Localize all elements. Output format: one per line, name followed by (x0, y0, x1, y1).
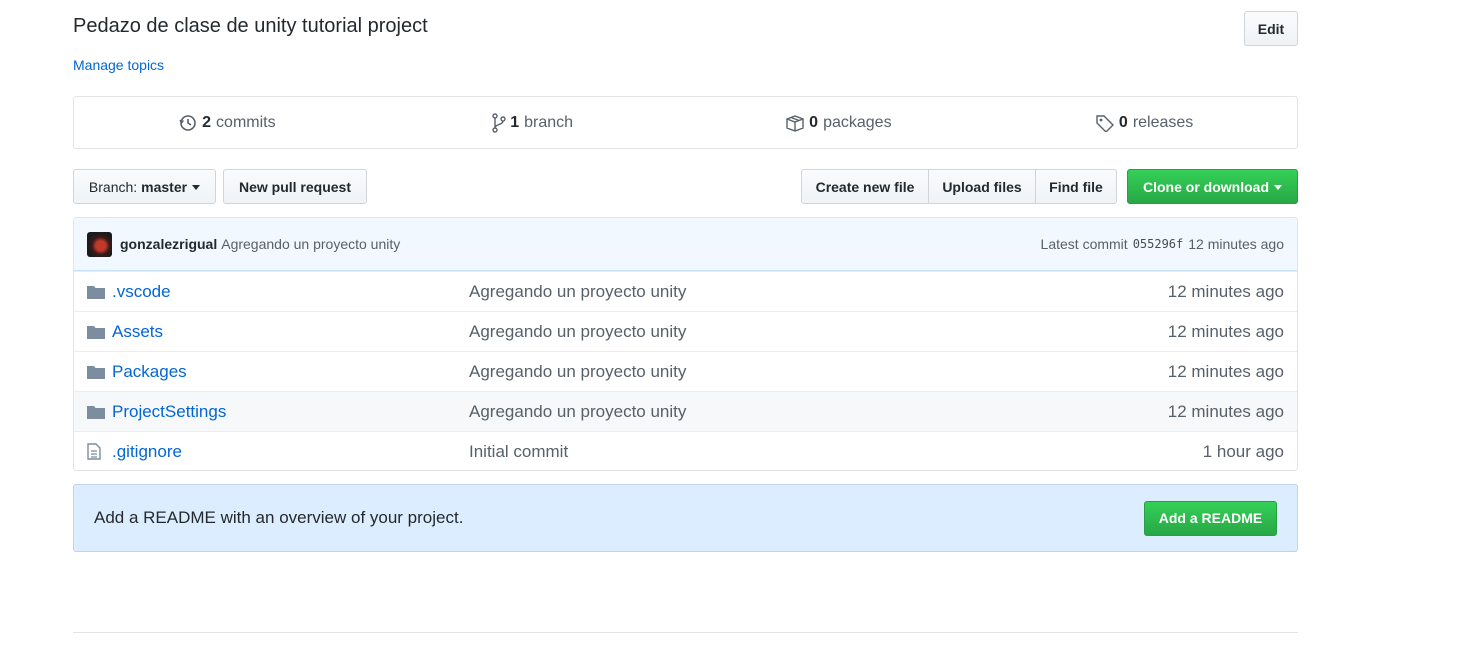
caret-down-icon (192, 184, 201, 190)
packages-label: packages (823, 113, 892, 131)
create-new-file-button[interactable]: Create new file (801, 169, 929, 204)
latest-commit-info: Latest commit 055296f 12 minutes ago (1041, 236, 1284, 252)
commit-author[interactable]: gonzalezrigual (120, 236, 217, 252)
find-file-button[interactable]: Find file (1035, 169, 1117, 204)
file-name-link[interactable]: .vscode (112, 282, 469, 302)
file-age: 12 minutes ago (1167, 401, 1284, 421)
manage-topics-link[interactable]: Manage topics (73, 57, 164, 73)
readme-prompt-banner: Add a README with an overview of your pr… (73, 484, 1298, 552)
file-age: 1 hour ago (1202, 441, 1284, 461)
file-browser: gonzalezrigual Agregando un proyecto uni… (73, 217, 1298, 471)
branch-prefix: Branch: (88, 178, 138, 195)
package-icon (786, 114, 804, 132)
add-readme-button[interactable]: Add a README (1144, 500, 1277, 536)
clone-label: Clone or download (1143, 178, 1269, 195)
file-text-icon (87, 443, 105, 460)
folder-icon (87, 404, 105, 420)
commit-sha[interactable]: 055296f (1133, 237, 1184, 251)
packages-summary[interactable]: 0 packages (686, 97, 992, 148)
repo-description: Pedazo de clase de unity tutorial projec… (73, 15, 428, 37)
branch-name: master (141, 178, 188, 195)
folder-icon (87, 364, 105, 380)
file-commit-message[interactable]: Agregando un proyecto unity (469, 402, 686, 422)
folder-icon (87, 324, 105, 340)
file-row: .gitignore Initial commit 1 hour ago (74, 431, 1297, 470)
latest-commit-label: Latest commit (1040, 236, 1128, 252)
file-age: 12 minutes ago (1167, 321, 1284, 341)
tag-icon (1096, 114, 1114, 132)
file-commit-message[interactable]: Agregando un proyecto unity (469, 282, 686, 302)
history-icon (179, 114, 196, 131)
commits-summary[interactable]: 2 commits (74, 97, 380, 148)
latest-commit-bar: gonzalezrigual Agregando un proyecto uni… (74, 218, 1297, 271)
branches-summary[interactable]: 1 branch (380, 97, 686, 148)
commit-message[interactable]: Agregando un proyecto unity (221, 236, 400, 252)
packages-count: 0 (809, 113, 819, 131)
edit-description-button[interactable]: Edit (1244, 11, 1298, 46)
clone-or-download-button[interactable]: Clone or download (1127, 169, 1298, 204)
caret-down-icon (1274, 184, 1282, 190)
file-name-link[interactable]: Assets (112, 322, 469, 342)
readme-prompt-text: Add a README with an overview of your pr… (94, 508, 464, 527)
avatar[interactable] (87, 231, 112, 257)
file-commit-message[interactable]: Initial commit (469, 442, 568, 462)
upload-files-button[interactable]: Upload files (928, 169, 1036, 204)
file-age: 12 minutes ago (1167, 361, 1284, 381)
file-name-link[interactable]: Packages (112, 362, 469, 382)
commit-age: 12 minutes ago (1188, 236, 1284, 252)
file-commit-message[interactable]: Agregando un proyecto unity (469, 362, 686, 382)
branch-select-button[interactable]: Branch: master (73, 169, 216, 204)
new-pull-request-button[interactable]: New pull request (223, 169, 367, 204)
releases-count: 0 (1118, 113, 1128, 131)
file-age: 12 minutes ago (1167, 281, 1284, 301)
file-row: ProjectSettings Agregando un proyecto un… (74, 391, 1297, 431)
file-actions-group: Create new file Upload files Find file (801, 169, 1117, 204)
file-name-link[interactable]: ProjectSettings (112, 402, 469, 422)
file-row: .vscode Agregando un proyecto unity 12 m… (74, 271, 1297, 311)
commits-label: commits (216, 113, 276, 131)
file-name-link[interactable]: .gitignore (112, 442, 469, 462)
file-row: Assets Agregando un proyecto unity 12 mi… (74, 311, 1297, 351)
file-commit-message[interactable]: Agregando un proyecto unity (469, 322, 686, 342)
folder-icon (87, 284, 105, 300)
branches-count: 1 (510, 113, 520, 131)
repo-summary-bar: 2 commits 1 branch 0 packages 0 releases (73, 96, 1298, 149)
file-row: Packages Agregando un proyecto unity 12 … (74, 351, 1297, 391)
branches-label: branch (524, 113, 574, 131)
releases-summary[interactable]: 0 releases (991, 97, 1297, 148)
releases-label: releases (1132, 113, 1194, 131)
git-branch-icon (492, 112, 506, 133)
footer-divider (73, 632, 1298, 633)
commits-count: 2 (202, 113, 212, 131)
